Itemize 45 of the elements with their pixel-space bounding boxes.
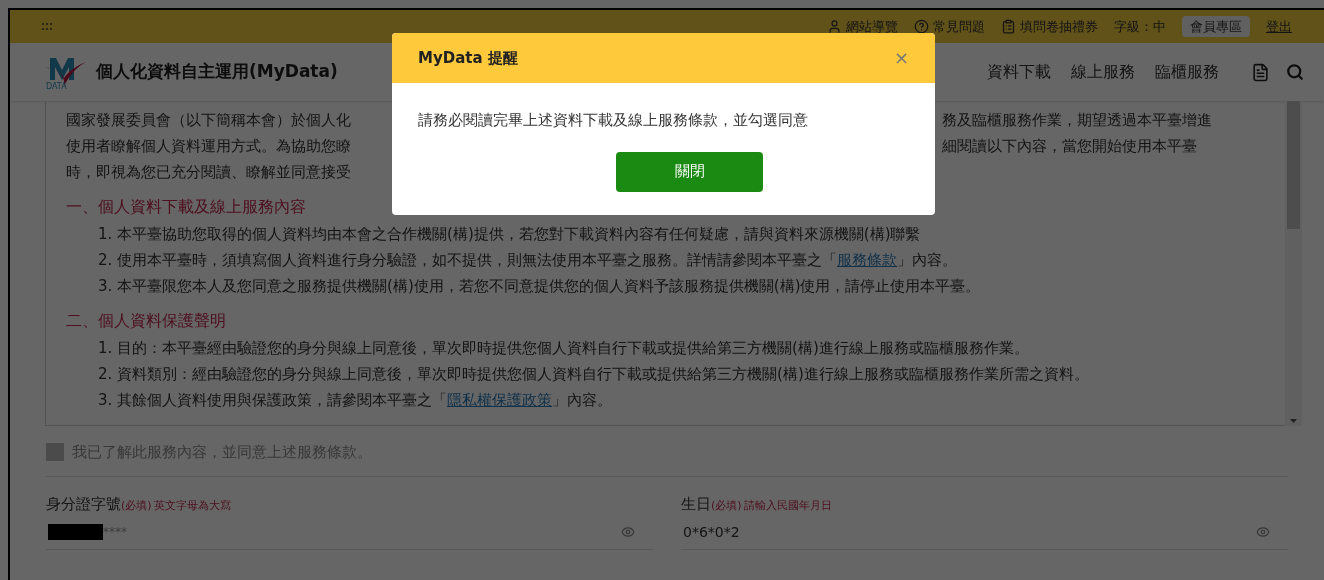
nav-link[interactable]: 臨櫃服務 (1155, 60, 1219, 84)
field-label: 生日(必填) 請輸入民國年月日 (681, 494, 833, 515)
field-value: 0*6*0*2 (683, 522, 740, 542)
terms-link[interactable]: 隱私權保護政策 (447, 391, 553, 409)
terms-item: 2. 使用本平臺時，須填寫個人資料進行身分驗證，如不提供，則無法使用本平臺之服務。詳情請參閱本平臺之「服務條款」內容。 (97, 250, 959, 271)
nav-link[interactable]: 資料下載 (987, 60, 1051, 84)
dialog-title: MyData 提醒 (418, 47, 519, 69)
section-heading: 二、個人資料保護聲明 (66, 311, 227, 332)
terms-item: 1. 本平臺協助您取得的個人資料均由本會之合作機關(構)提供，若您對下載資料內容有任何疑慮，請與資料來源機關(構)聯繫 (97, 224, 922, 245)
intro-text: 使用者瞭解個人資料運用方式。為協助您瞭 (66, 136, 352, 157)
help-icon (914, 19, 929, 34)
intro-text: 務及臨櫃服務作業，期望透過本平臺增進 (942, 110, 1212, 131)
terms-item: 1. 目的：本平臺經由驗證您的身分與線上同意後，單次即時提供您個人資料自行下載或提供給第三方機關(構)進行線上服務或臨櫃服務作業。 (97, 338, 1030, 359)
eye-icon[interactable] (621, 525, 635, 539)
top-link[interactable]: 網站導覽 (827, 16, 898, 37)
close-button[interactable]: × (893, 49, 909, 67)
intro-text: 國家發展委員會（以下簡稱本會）於個人化 (66, 110, 352, 131)
redaction-bar (48, 524, 103, 540)
search-icon[interactable] (1286, 63, 1304, 81)
terms-item: 3. 本平臺限您本人及您同意之服務提供機關(構)使用，若您不同意提供您的個人資料予該服務提供機關(構)使用，請停止使用本平臺。 (97, 276, 982, 297)
logout-link[interactable]: 登出 (1266, 16, 1292, 37)
close-dialog-button[interactable]: 關閉 (616, 151, 763, 192)
dialog-message: 請務必閱讀完畢上述資料下載及線上服務條款，並勾選同意 (417, 110, 809, 131)
field-label: 身分證字號(必填) 英文字母為大寫 (46, 494, 232, 515)
terms-item: 3. 其餘個人資料使用與保護政策，請參閱本平臺之「隱私權保護政策」內容。 (97, 390, 614, 411)
field-value: **** (103, 524, 127, 541)
font-size-control[interactable]: 字級：中 (1114, 16, 1166, 37)
input-field[interactable]: **** (46, 515, 653, 550)
section-heading: 一、個人資料下載及線上服務內容 (66, 197, 307, 218)
document-icon[interactable] (1251, 62, 1270, 82)
intro-text: 時，即視為您已充分閱讀、瞭解並同意接受 (66, 162, 352, 183)
member-button[interactable]: 會員專區 (1182, 15, 1250, 38)
person-icon (827, 19, 842, 34)
terms-item: 2. 資料類別：經由驗證您的身分與線上同意後，單次即時提供您個人資料自行下載或提供給第三方機關(構)進行線上服務或臨櫃服務作業所需之資料。 (97, 364, 1090, 385)
top-link[interactable]: 常見問題 (914, 16, 985, 37)
site-title: 個人化資料自主運用(MyData) (96, 60, 338, 84)
clipboard-icon (1001, 19, 1016, 34)
terms-link[interactable]: 服務條款 (837, 251, 898, 269)
nav-link[interactable]: 線上服務 (1071, 60, 1135, 84)
intro-text: 細閱讀以下內容，當您開始使用本平臺 (942, 136, 1197, 157)
input-field[interactable]: 0*6*0*2 (681, 515, 1288, 550)
eye-icon[interactable] (1256, 525, 1270, 539)
apps-icon[interactable] (42, 22, 52, 31)
top-link[interactable]: 填問卷抽禮券 (1001, 16, 1098, 37)
scrollbar[interactable] (1285, 101, 1302, 426)
